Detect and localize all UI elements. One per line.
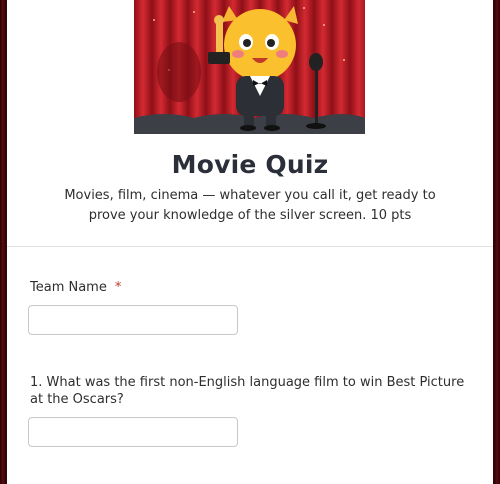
form-card: Movie Quiz Movies, film, cinema — whatev… [7,0,493,484]
form-title: Movie Quiz [171,150,329,179]
team-name-input[interactable] [28,305,238,335]
divider [7,246,493,247]
form-description: Movies, film, cinema — whatever you call… [64,188,436,223]
required-mark: * [114,280,122,295]
header-image [134,0,365,134]
question-1-input[interactable] [28,417,238,447]
question-1-label: 1. What was the first non-English langua… [30,375,465,407]
team-name-label-text: Team Name [30,280,107,295]
team-name-label: Team Name * [30,279,121,296]
